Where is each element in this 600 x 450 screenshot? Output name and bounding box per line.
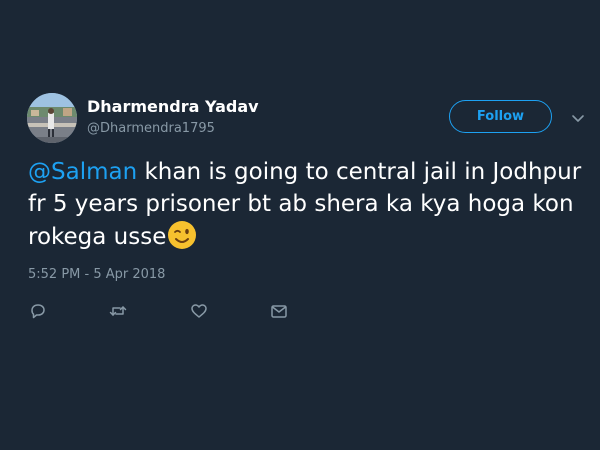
mention-link[interactable]: @Salman [28, 159, 137, 185]
chevron-down-icon[interactable] [570, 110, 586, 126]
reply-icon[interactable] [28, 301, 48, 321]
tweet-text: @Salman khan is going to central jail in… [28, 156, 583, 253]
tweet-timestamp[interactable]: 5:52 PM - 5 Apr 2018 [28, 267, 165, 282]
author-name[interactable]: Dharmendra Yadav [87, 97, 259, 116]
author-handle[interactable]: @Dharmendra1795 [87, 121, 215, 136]
retweet-icon[interactable] [108, 301, 128, 321]
envelope-icon[interactable] [269, 301, 289, 321]
winking-face-emoji [167, 220, 197, 250]
avatar[interactable] [27, 93, 77, 143]
tweet-card: Dharmendra Yadav @Dharmendra1795 Follow … [0, 0, 600, 450]
follow-button[interactable]: Follow [449, 100, 552, 133]
heart-icon[interactable] [189, 301, 209, 321]
